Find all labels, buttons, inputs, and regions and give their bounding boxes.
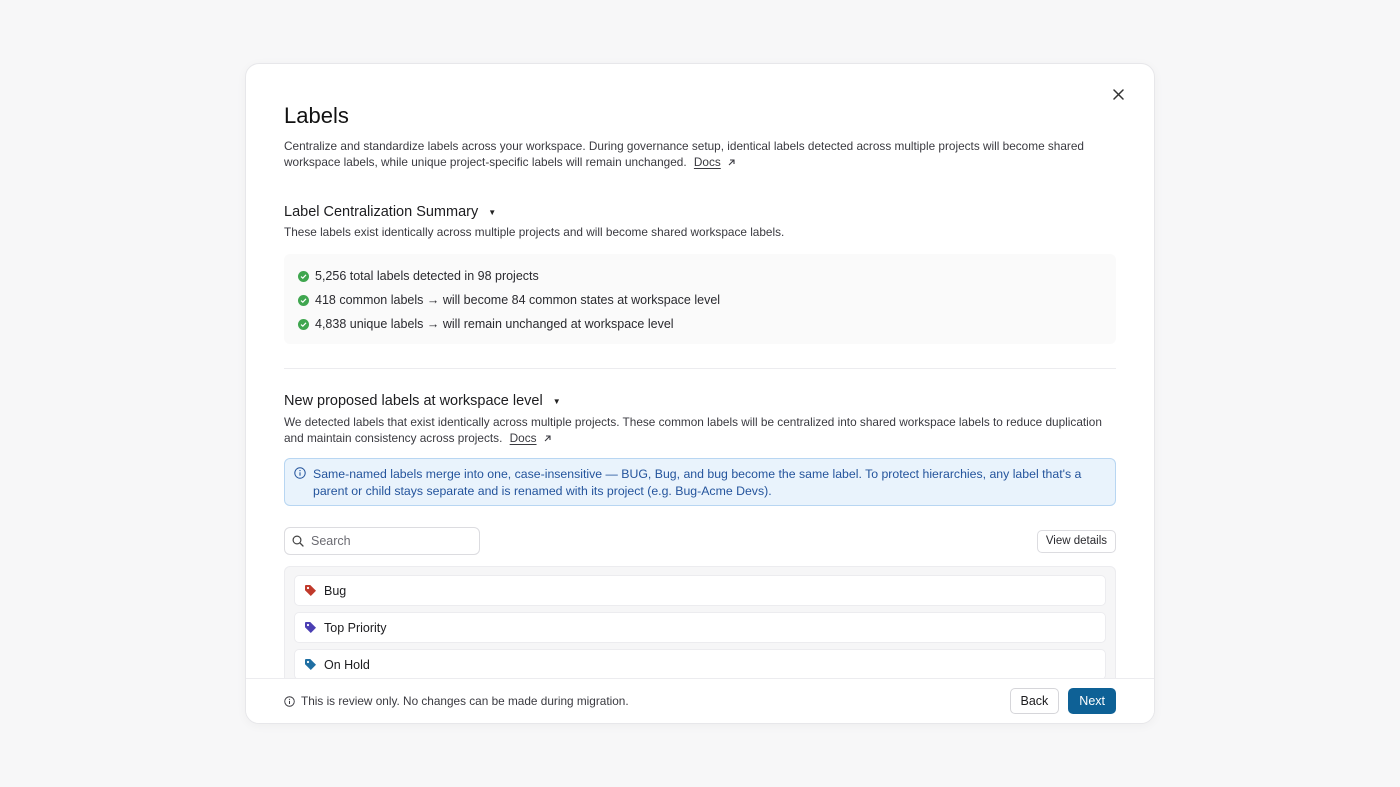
summary-item-text: 5,256 total labels detected in 98 projec…	[315, 269, 539, 283]
tag-icon	[304, 584, 317, 597]
check-circle-icon	[298, 270, 309, 282]
docs-link[interactable]: Docs	[694, 155, 721, 169]
summary-caret-icon[interactable]: ▼	[488, 208, 496, 217]
back-button[interactable]: Back	[1009, 688, 1060, 714]
modal-content: Labels Centralize and standardize labels…	[284, 102, 1117, 696]
proposed-caret-icon[interactable]: ▼	[553, 397, 561, 406]
proposed-title: New proposed labels at workspace level	[284, 393, 543, 409]
close-icon	[1112, 88, 1124, 100]
labels-modal: Labels Centralize and standardize labels…	[245, 63, 1155, 724]
proposed-title-row: New proposed labels at workspace level ▼	[284, 393, 1117, 409]
summary-title-row: Label Centralization Summary ▼	[284, 204, 1117, 220]
summary-subtitle: These labels exist identically across mu…	[284, 225, 785, 239]
search-input[interactable]	[311, 534, 471, 548]
docs-link-label: Docs	[693, 155, 721, 169]
summary-item-text: 418 common labels → will become 84 commo…	[315, 293, 721, 307]
search-icon	[292, 535, 304, 547]
tag-icon	[304, 621, 317, 634]
modal-description-text: Centralize and standardize labels across…	[284, 139, 1084, 169]
view-details-button[interactable]: View details	[1036, 529, 1116, 553]
info-banner: Same-named labels merge into one, case-i…	[284, 458, 1116, 506]
proposed-docs-link[interactable]: Docs	[510, 431, 537, 445]
modal-description: Centralize and standardize labels across…	[284, 138, 1117, 170]
proposed-description: We detected labels that exist identicall…	[284, 414, 1117, 446]
labels-toolbar: View details	[284, 527, 1116, 555]
proposed-description-text: We detected labels that exist identicall…	[284, 415, 1102, 445]
proposed-docs-label: Docs	[509, 431, 537, 445]
next-button[interactable]: Next	[1068, 688, 1116, 714]
summary-item: 4,838 unique labels → will remain unchan…	[298, 312, 1102, 336]
label-name: Bug	[324, 583, 347, 598]
summary-section: Label Centralization Summary ▼ These lab…	[284, 204, 1117, 344]
info-icon	[294, 467, 306, 479]
search-box[interactable]	[284, 527, 480, 555]
footer-note: This is review only. No changes can be m…	[284, 694, 629, 708]
summary-item-text: 4,838 unique labels → will remain unchan…	[315, 317, 674, 331]
summary-item: 5,256 total labels detected in 98 projec…	[298, 264, 1102, 288]
list-item[interactable]: On Hold	[294, 649, 1106, 680]
check-circle-icon	[298, 318, 309, 330]
modal-footer: This is review only. No changes can be m…	[246, 678, 1154, 723]
summary-item: 418 common labels → will become 84 commo…	[298, 288, 1102, 312]
label-name: On Hold	[324, 657, 370, 672]
external-link-icon	[544, 435, 551, 442]
list-item[interactable]: Top Priority	[294, 612, 1106, 643]
close-button[interactable]	[1108, 84, 1128, 104]
tag-icon	[304, 658, 317, 671]
section-divider	[284, 368, 1116, 369]
summary-title: Label Centralization Summary	[284, 204, 479, 220]
footer-actions: Back Next	[1009, 688, 1116, 714]
label-list: Bug Top Priority On Hold	[284, 566, 1116, 696]
footer-note-text: This is review only. No changes can be m…	[301, 694, 629, 708]
external-link-icon	[728, 159, 735, 166]
list-item[interactable]: Bug	[294, 575, 1106, 606]
summary-box: 5,256 total labels detected in 98 projec…	[284, 254, 1116, 344]
check-circle-icon	[298, 294, 309, 306]
info-icon	[284, 695, 295, 707]
proposed-section: New proposed labels at workspace level ▼…	[284, 393, 1117, 696]
label-name: Top Priority	[324, 620, 387, 635]
info-banner-text: Same-named labels merge into one, case-i…	[313, 467, 1082, 498]
modal-title: Labels	[284, 103, 349, 128]
